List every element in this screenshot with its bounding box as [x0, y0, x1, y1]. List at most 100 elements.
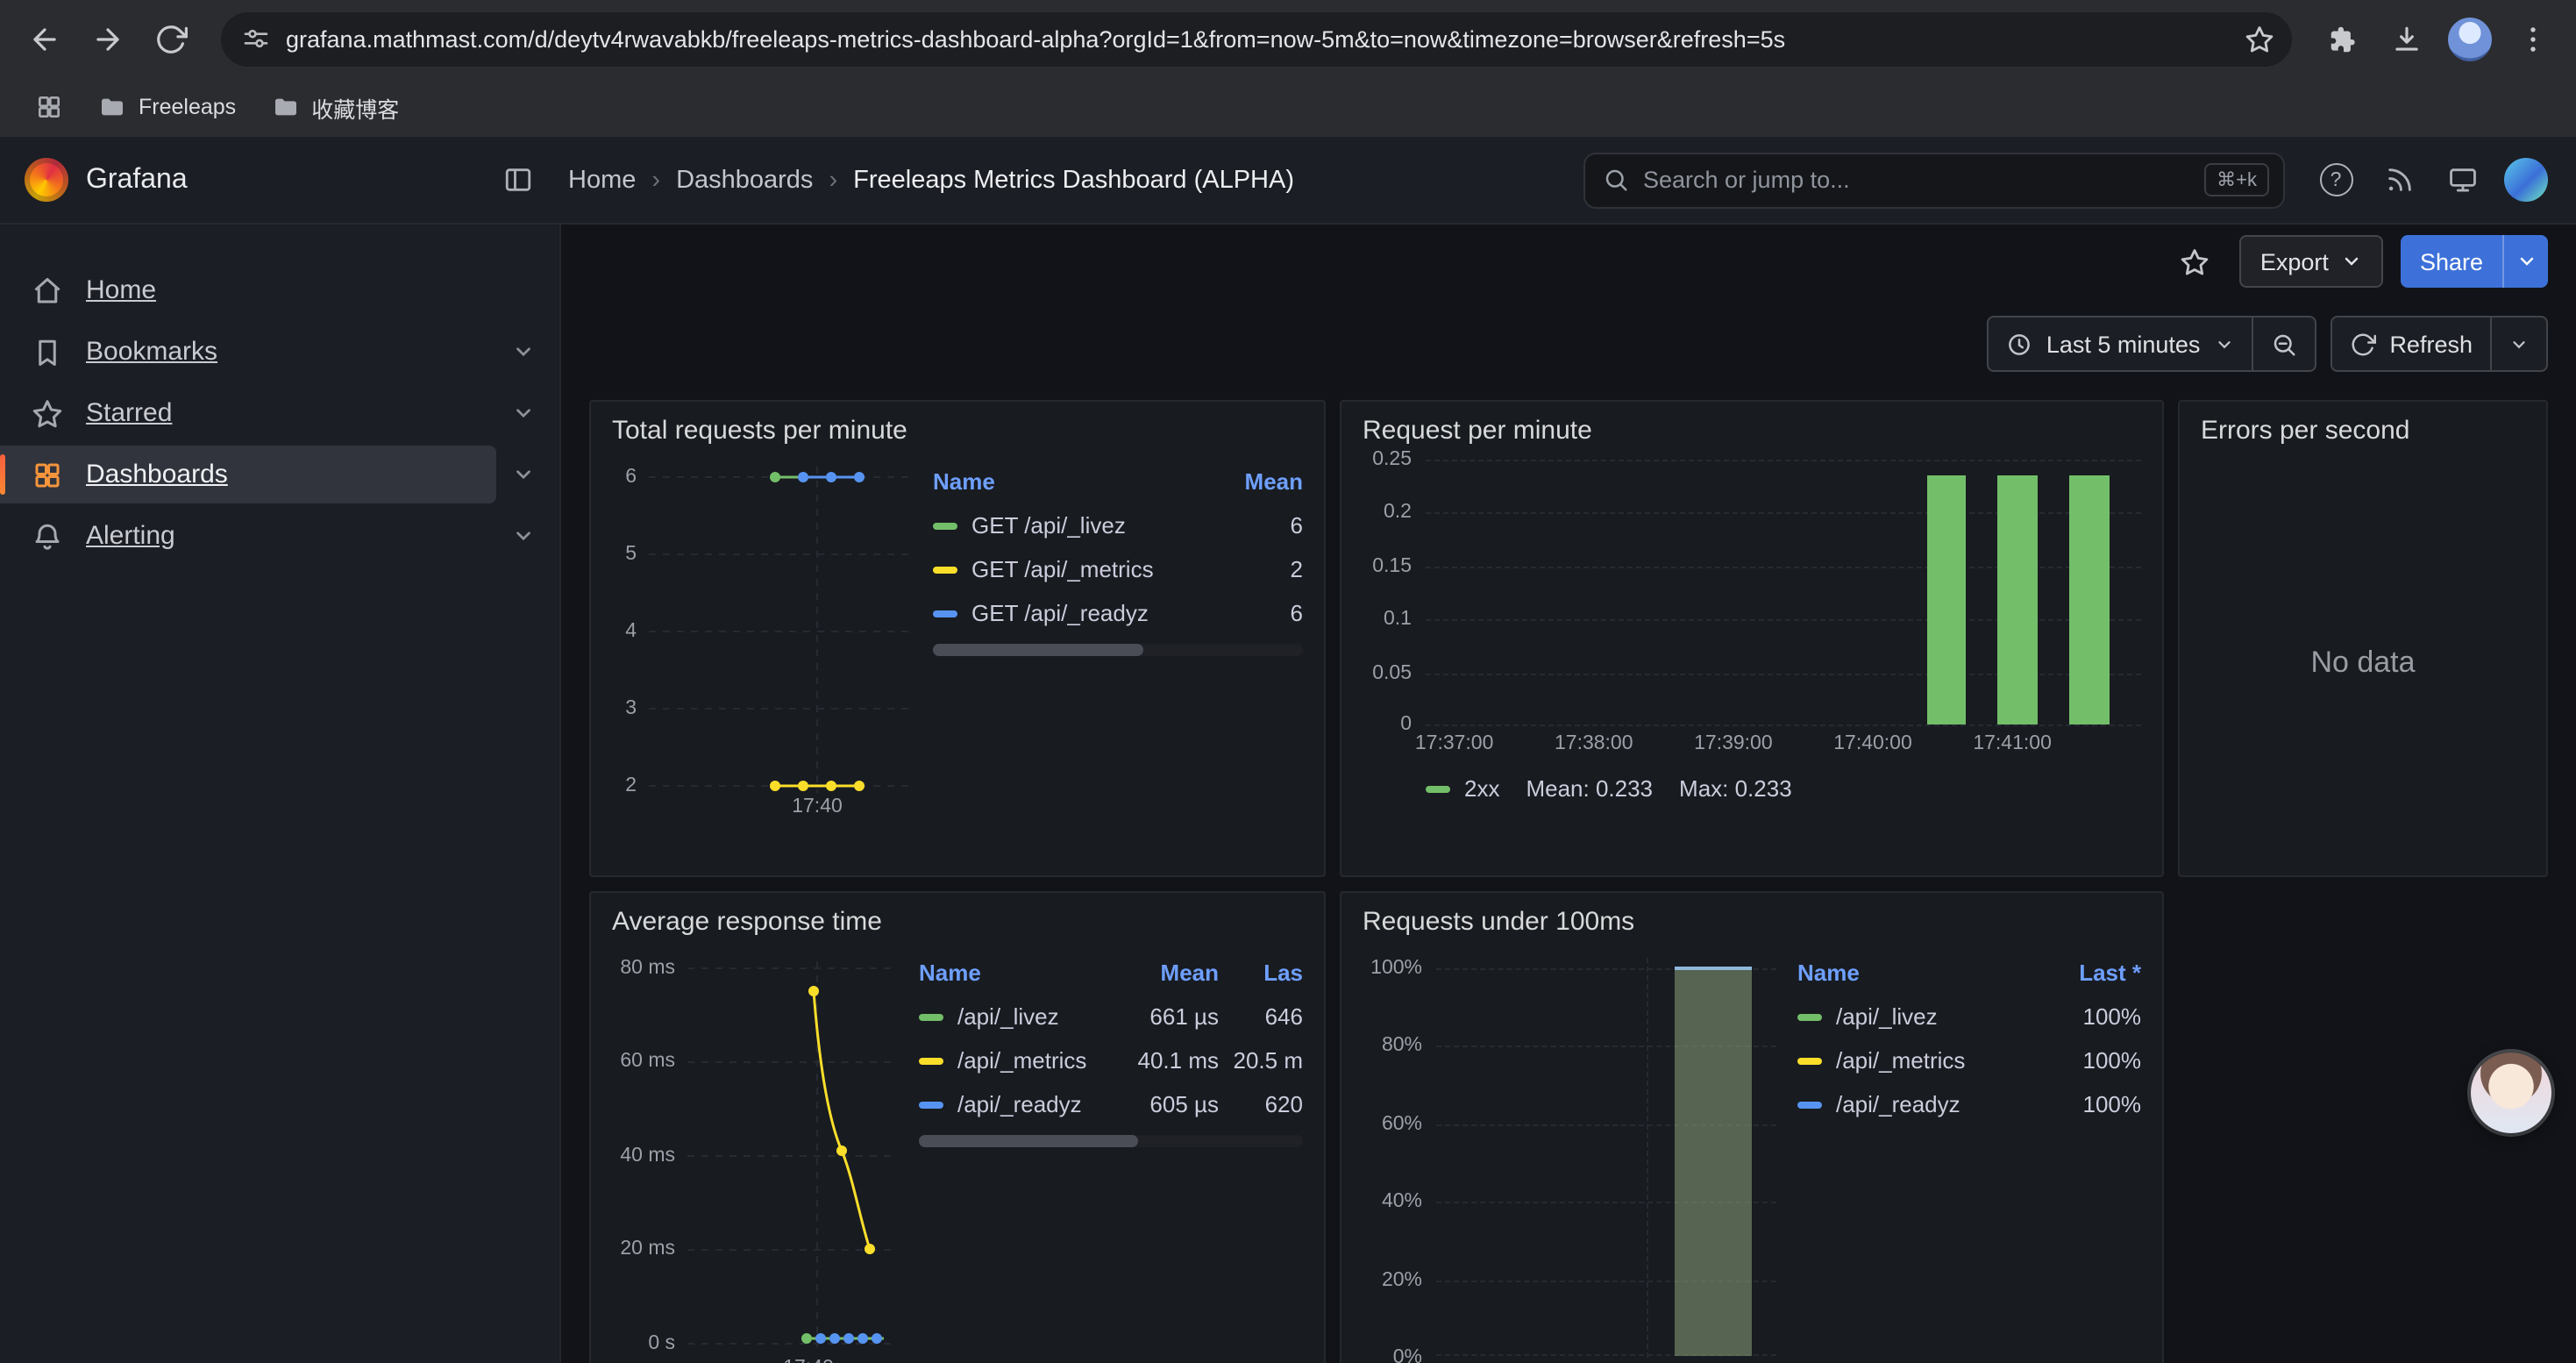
chevron-down-icon	[2214, 334, 2233, 353]
legend-header: Name Mean Las	[919, 951, 1303, 995]
bar-chart[interactable]: 100% 80% 60% 40% 20% 0%	[1363, 951, 1776, 1356]
legend-col-mean[interactable]: Mean	[1103, 960, 1219, 986]
legend-row[interactable]: /api/_livez 661 µs 646	[919, 995, 1303, 1038]
grafana-logo[interactable]	[25, 158, 68, 202]
breadcrumb: Home › Dashboards › Freeleaps Metrics Da…	[568, 166, 1559, 194]
legend-row[interactable]: /api/_metrics 100%	[1797, 1038, 2141, 1082]
sidebar-item-alerting[interactable]: Alerting	[0, 507, 496, 565]
series-marker	[1797, 1101, 1822, 1108]
bar-2xx	[1998, 476, 2039, 724]
assistant-avatar[interactable]	[2471, 1053, 2551, 1133]
refresh-label: Refresh	[2389, 331, 2473, 357]
apps-grid-button[interactable]	[21, 84, 77, 130]
refresh-button[interactable]: Refresh	[2331, 318, 2490, 370]
breadcrumb-separator: ›	[651, 166, 660, 194]
expand-bookmarks-button[interactable]	[496, 325, 549, 378]
breadcrumb-dashboards[interactable]: Dashboards	[676, 166, 813, 194]
legend-col-mean[interactable]: Mean	[1245, 468, 1303, 495]
legend-row[interactable]: GET /api/_livez 6	[933, 503, 1303, 547]
browser-profile-button[interactable]	[2439, 9, 2499, 68]
bookmark-folder-blogs[interactable]: 收藏博客	[257, 84, 413, 130]
sidebar-item-starred[interactable]: Starred	[0, 384, 496, 442]
bookmark-label: 收藏博客	[311, 90, 399, 124]
chevron-down-icon	[511, 340, 534, 363]
legend-col-name[interactable]: Name	[1797, 960, 1860, 986]
legend-item-2xx[interactable]: 2xx	[1426, 775, 1499, 802]
reload-button[interactable]	[140, 9, 200, 68]
legend-table: Name Mean Las /api/_livez 661 µs 646	[919, 951, 1303, 1356]
dock-menu-button[interactable]	[491, 153, 544, 206]
panel-total-requests: Total requests per minute 6 5 4 3 2	[589, 400, 1326, 877]
user-profile-button[interactable]	[2499, 153, 2551, 206]
legend-row[interactable]: GET /api/_metrics 2	[933, 547, 1303, 591]
time-range-button[interactable]: Last 5 minutes	[1989, 318, 2252, 370]
no-data-message: No data	[2201, 460, 2525, 865]
panel-title[interactable]: Requests under 100ms	[1363, 907, 2141, 937]
search-input[interactable]	[1643, 167, 2190, 193]
sidebar-item-label: Starred	[86, 398, 172, 428]
y-axis-labels: 80 ms 60 ms 40 ms 20 ms 0 s	[612, 951, 679, 1358]
browser-menu-button[interactable]	[2502, 9, 2562, 68]
series-marker	[919, 1057, 943, 1064]
sidebar-item-dashboards[interactable]: Dashboards	[0, 446, 496, 503]
panel-title[interactable]: Errors per second	[2201, 416, 2525, 446]
url-bar[interactable]: grafana.mathmast.com/d/deytv4rwavabkb/fr…	[221, 11, 2292, 66]
legend-header: Name Mean	[933, 460, 1303, 503]
expand-dashboards-button[interactable]	[496, 448, 549, 501]
export-button[interactable]: Export	[2239, 235, 2383, 288]
breadcrumb-home[interactable]: Home	[568, 166, 636, 194]
help-button[interactable]: ?	[2309, 153, 2362, 206]
expand-alerting-button[interactable]	[496, 510, 549, 562]
legend-col-last[interactable]: Las	[1233, 960, 1303, 986]
scrollbar-thumb[interactable]	[933, 644, 1144, 656]
chevron-down-icon	[511, 525, 534, 547]
bookmark-folder-freeleaps[interactable]: Freeleaps	[84, 84, 250, 130]
line-chart[interactable]: 80 ms 60 ms 40 ms 20 ms 0 s	[612, 951, 898, 1356]
sidebar-item-label: Alerting	[86, 521, 175, 551]
legend-row[interactable]: /api/_metrics 40.1 ms 20.5 m	[919, 1038, 1303, 1082]
folder-icon	[271, 93, 299, 121]
sidebar-item-home[interactable]: Home	[0, 261, 549, 319]
news-button[interactable]	[2373, 153, 2425, 206]
legend-scrollbar[interactable]	[919, 1135, 1303, 1147]
favorite-dashboard-button[interactable]	[2169, 235, 2222, 288]
legend-row[interactable]: /api/_readyz 605 µs 620	[919, 1082, 1303, 1126]
time-range-label: Last 5 minutes	[2046, 331, 2201, 357]
expand-starred-button[interactable]	[496, 387, 549, 439]
downloads-button[interactable]	[2376, 9, 2436, 68]
bookmarks-bar: Freeleaps 收藏博客	[0, 77, 2576, 137]
series-marker	[933, 566, 957, 573]
panel-title[interactable]: Request per minute	[1363, 416, 2141, 446]
brand-name: Grafana	[86, 164, 188, 196]
legend-col-name[interactable]: Name	[919, 960, 981, 986]
legend-scrollbar[interactable]	[933, 644, 1303, 656]
search-box[interactable]: ⌘+k	[1583, 152, 2285, 208]
chevron-down-icon	[2509, 334, 2529, 353]
legend-row[interactable]: /api/_livez 100%	[1797, 995, 2141, 1038]
sidebar-item-bookmarks[interactable]: Bookmarks	[0, 323, 496, 381]
bookmark-star-icon[interactable]	[2236, 16, 2281, 61]
zoom-out-button[interactable]	[2251, 318, 2314, 370]
share-button[interactable]: Share	[2401, 235, 2502, 288]
star-icon	[32, 397, 63, 429]
series-marker	[1797, 1013, 1822, 1020]
panel-title[interactable]: Average response time	[612, 907, 1303, 937]
legend-col-name[interactable]: Name	[933, 468, 995, 495]
legend-col-last[interactable]: Last *	[2057, 960, 2141, 986]
legend-row[interactable]: /api/_readyz 100%	[1797, 1082, 2141, 1126]
legend-row[interactable]: GET /api/_readyz 6	[933, 591, 1303, 635]
share-menu-button[interactable]	[2502, 235, 2548, 288]
forward-button[interactable]	[77, 9, 137, 68]
back-button[interactable]	[14, 9, 74, 68]
panel-title[interactable]: Total requests per minute	[612, 416, 1303, 446]
line-chart[interactable]: 6 5 4 3 2	[612, 460, 912, 865]
scrollbar-thumb[interactable]	[919, 1135, 1138, 1147]
kiosk-mode-button[interactable]	[2436, 153, 2488, 206]
refresh-interval-button[interactable]	[2490, 318, 2546, 370]
bar-chart[interactable]: 0.25 0.2 0.15 0.1 0.05 0	[1363, 460, 2141, 726]
browser-profile-avatar	[2447, 17, 2491, 61]
site-settings-icon[interactable]	[242, 25, 270, 53]
extensions-button[interactable]	[2313, 9, 2373, 68]
legend-table: Name Last * /api/_livez 100%	[1797, 951, 2141, 1356]
bar-under-100ms	[1675, 967, 1753, 1356]
